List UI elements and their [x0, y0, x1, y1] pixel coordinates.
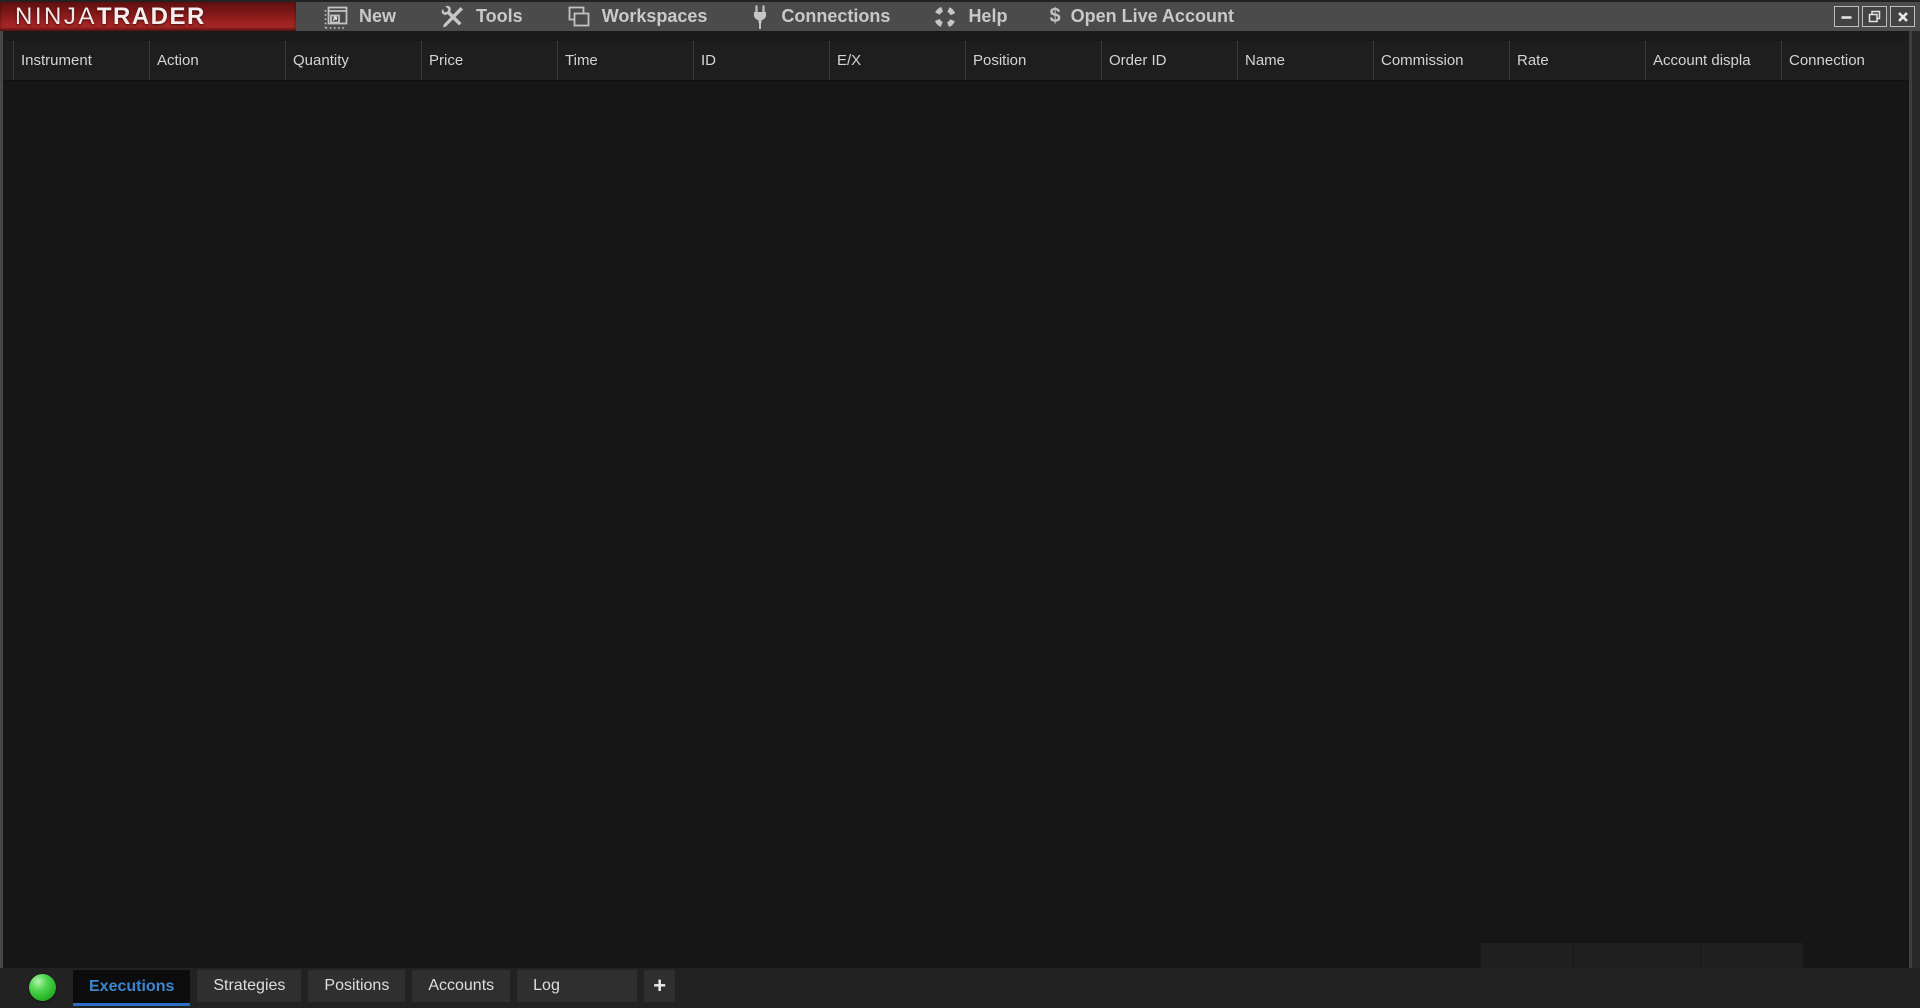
column-header-time[interactable]: Time: [557, 41, 693, 80]
ghost-panel: [1574, 943, 1700, 968]
new-window-icon: [322, 4, 349, 30]
grid-header-spacer: [3, 41, 13, 80]
minimize-icon: [1841, 16, 1852, 19]
column-header-action[interactable]: Action: [149, 41, 285, 80]
menu-item-connections-label: Connections: [781, 6, 891, 26]
menu-bar: NINJA TRADER New Tools Workspaces Connec…: [0, 0, 1920, 31]
menu-item-workspaces[interactable]: Workspaces: [544, 2, 729, 31]
column-header-id[interactable]: ID: [693, 41, 829, 80]
column-header-rate[interactable]: Rate: [1509, 41, 1645, 80]
dollar-icon: $: [1049, 5, 1061, 27]
window-right-margin: [1912, 31, 1920, 968]
column-header-ex[interactable]: E/X: [829, 41, 965, 80]
tools-icon: [438, 4, 466, 30]
workspaces-icon: [565, 4, 592, 30]
add-tab-button[interactable]: +: [644, 970, 676, 1002]
menu-item-new-label: New: [359, 6, 397, 26]
menu-item-open-live-account-label: Open Live Account: [1070, 6, 1234, 26]
column-header-commission[interactable]: Commission: [1373, 41, 1509, 80]
restore-icon: [1868, 10, 1881, 23]
lifebuoy-icon: [932, 4, 958, 30]
menu-item-help-label: Help: [968, 6, 1008, 26]
ghost-panel: [1481, 943, 1573, 968]
tabs: Executions Strategies Positions Accounts…: [73, 970, 676, 1008]
connection-status-indicator: [29, 974, 56, 1001]
restore-button[interactable]: [1862, 6, 1887, 27]
menu-item-new[interactable]: New: [301, 2, 417, 31]
menu-item-help[interactable]: Help: [911, 2, 1028, 31]
brand-name-bold: TRADER: [96, 2, 206, 30]
column-header-instrument[interactable]: Instrument: [13, 41, 149, 80]
plug-icon: [749, 4, 771, 30]
column-header-position[interactable]: Position: [965, 41, 1101, 80]
menu-item-open-live-account[interactable]: $ Open Live Account: [1028, 2, 1254, 31]
ninjatrader-control-center: NINJA TRADER New Tools Workspaces Connec…: [0, 0, 1920, 1008]
column-header-order-id[interactable]: Order ID: [1101, 41, 1237, 80]
column-header-connection[interactable]: Connection: [1781, 41, 1920, 80]
menu-item-tools-label: Tools: [476, 6, 523, 26]
close-button[interactable]: [1890, 6, 1915, 27]
plus-icon: +: [653, 973, 667, 998]
executions-panel: Instrument Action Quantity Price Time ID…: [0, 31, 1920, 968]
tab-strategies[interactable]: Strategies: [197, 970, 302, 1002]
grid-column-headers: Instrument Action Quantity Price Time ID…: [3, 41, 1920, 81]
header-gap: [3, 31, 1920, 41]
tab-positions[interactable]: Positions: [308, 970, 406, 1002]
grid-body-empty[interactable]: [3, 81, 1920, 968]
bottom-tab-strip: Executions Strategies Positions Accounts…: [0, 968, 1920, 1008]
close-icon: [1897, 11, 1908, 22]
tab-log[interactable]: Log: [517, 970, 638, 1002]
menu-item-workspaces-label: Workspaces: [601, 6, 708, 26]
menu-item-connections[interactable]: Connections: [728, 2, 911, 31]
menu-items: New Tools Workspaces Connections Help $ …: [301, 2, 1255, 31]
column-header-quantity[interactable]: Quantity: [285, 41, 421, 80]
menu-item-tools[interactable]: Tools: [417, 2, 544, 31]
minimize-button[interactable]: [1834, 6, 1859, 27]
window-controls: [1834, 6, 1915, 27]
tab-executions[interactable]: Executions: [73, 970, 191, 1006]
brand-name-light: NINJA: [15, 2, 97, 30]
column-header-account-display[interactable]: Account displa: [1645, 41, 1781, 80]
ninjatrader-logo: NINJA TRADER: [0, 2, 296, 31]
column-header-name[interactable]: Name: [1237, 41, 1373, 80]
tab-accounts[interactable]: Accounts: [412, 970, 511, 1002]
ghost-panel: [1701, 943, 1803, 968]
column-header-price[interactable]: Price: [421, 41, 557, 80]
window-right-border: [1909, 31, 1912, 968]
